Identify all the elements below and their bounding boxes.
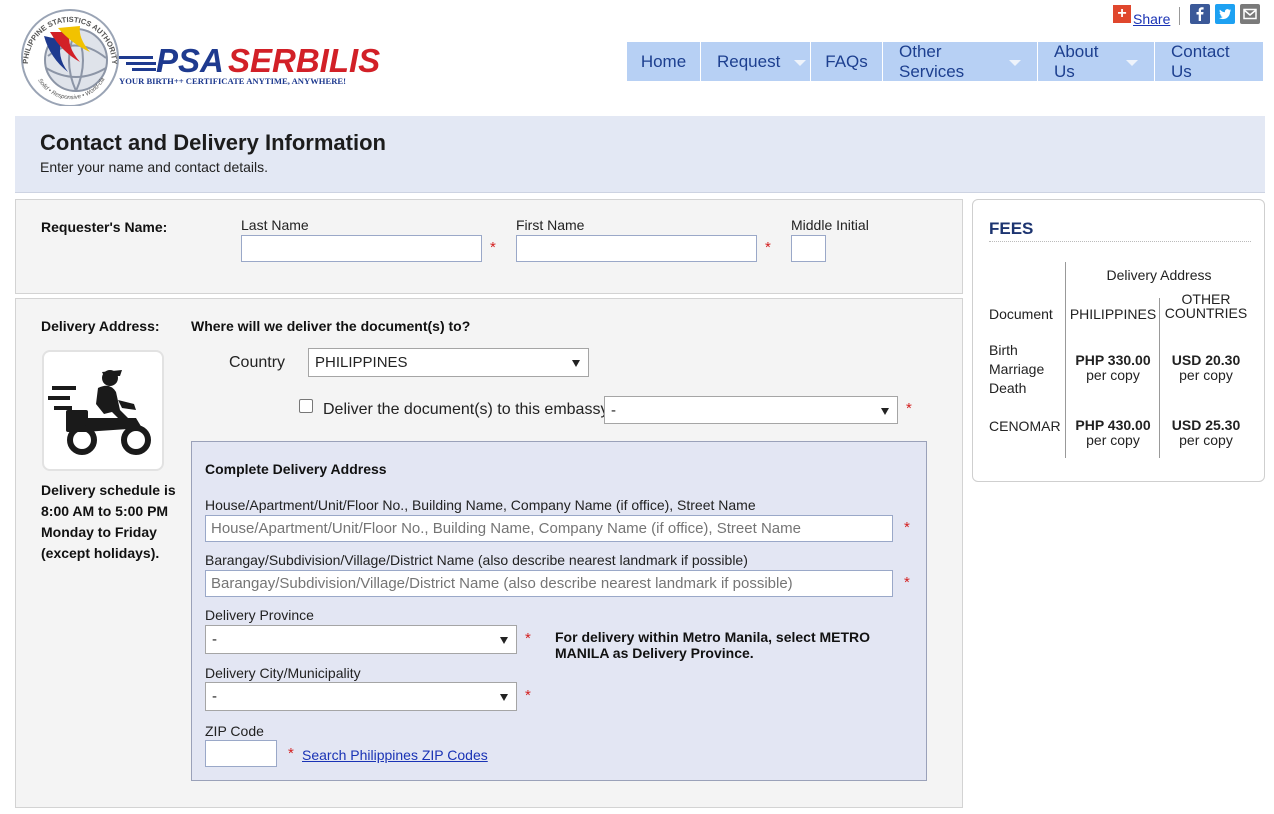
fees-doc-marriage: Marriage bbox=[989, 361, 1045, 377]
fees-panel: FEES Delivery Address Document PHILIPPIN… bbox=[972, 199, 1265, 482]
embassy-checkbox-label: Deliver the document(s) to this embassy bbox=[323, 401, 609, 418]
share-link[interactable]: Share bbox=[1133, 11, 1170, 27]
chevron-down-icon bbox=[1009, 59, 1021, 66]
search-zip-codes-link[interactable]: Search Philippines ZIP Codes bbox=[302, 747, 488, 763]
first-name-input[interactable] bbox=[516, 235, 757, 262]
dropdown-arrow-icon bbox=[500, 694, 508, 701]
share-divider bbox=[1179, 7, 1180, 25]
share-plus-icon[interactable]: + bbox=[1113, 5, 1131, 23]
delivery-motorcycle-icon bbox=[42, 350, 164, 471]
fees-unit: per copy bbox=[1179, 367, 1233, 383]
fees-doc-birth: Birth bbox=[989, 342, 1018, 358]
main-nav: Home Request FAQs Other Services About U… bbox=[627, 42, 1263, 81]
delivery-schedule: Delivery schedule is 8:00 AM to 5:00 PM … bbox=[41, 482, 176, 561]
fees-ph-header: PHILIPPINES bbox=[1069, 306, 1157, 322]
fees-doc-cenomar: CENOMAR bbox=[989, 418, 1061, 434]
required-mark: * bbox=[288, 745, 294, 762]
fees-unit: per copy bbox=[1086, 432, 1140, 448]
fees-title: FEES bbox=[989, 219, 1034, 238]
embassy-select-value: - bbox=[611, 402, 616, 419]
house-label: House/Apartment/Unit/Floor No., Building… bbox=[205, 497, 756, 513]
fees-other-price: USD 20.30 bbox=[1171, 352, 1241, 368]
page-subtitle: Enter your name and contact details. bbox=[40, 159, 269, 175]
last-name-input[interactable] bbox=[241, 235, 482, 262]
fees-doc-death: Death bbox=[989, 380, 1027, 396]
city-label: Delivery City/Municipality bbox=[205, 665, 361, 681]
zip-label: ZIP Code bbox=[205, 723, 264, 739]
embassy-select[interactable]: - bbox=[604, 396, 898, 424]
city-select-value: - bbox=[212, 688, 217, 705]
required-mark: * bbox=[765, 239, 771, 256]
city-select[interactable]: - bbox=[205, 682, 517, 711]
fees-other-price: USD 25.30 bbox=[1171, 417, 1241, 433]
nav-contact-us-label: Contact Us bbox=[1171, 41, 1230, 81]
dropdown-arrow-icon bbox=[572, 360, 580, 367]
middle-initial-label: Middle Initial bbox=[791, 217, 869, 233]
dropdown-arrow-icon bbox=[500, 637, 508, 644]
chevron-down-icon bbox=[794, 59, 807, 66]
twitter-icon[interactable] bbox=[1215, 4, 1235, 24]
province-select[interactable]: - bbox=[205, 625, 517, 654]
required-mark: * bbox=[904, 574, 910, 591]
fees-unit: per copy bbox=[1086, 367, 1140, 383]
email-icon[interactable] bbox=[1240, 4, 1260, 24]
nav-request[interactable]: Request bbox=[701, 42, 811, 81]
complete-delivery-address-heading: Complete Delivery Address bbox=[205, 461, 387, 477]
page-title: Contact and Delivery Information bbox=[40, 130, 386, 155]
psa-seal-logo: PHILIPPINE STATISTICS AUTHORITY Solid • … bbox=[15, 2, 380, 107]
requester-name-label: Requester's Name: bbox=[41, 219, 168, 235]
fees-title-divider bbox=[989, 241, 1251, 242]
nav-about-us[interactable]: About Us bbox=[1038, 42, 1155, 81]
delivery-question: Where will we deliver the document(s) to… bbox=[191, 318, 471, 334]
nav-other-services[interactable]: Other Services bbox=[883, 42, 1038, 81]
chevron-down-icon bbox=[1126, 59, 1138, 66]
required-mark: * bbox=[904, 519, 910, 536]
nav-about-us-label: About Us bbox=[1054, 41, 1099, 81]
embassy-checkbox[interactable] bbox=[299, 399, 313, 413]
nav-faqs[interactable]: FAQs bbox=[811, 42, 883, 81]
nav-home-label: Home bbox=[640, 51, 687, 71]
fees-ph-price: PHP 430.00 bbox=[1075, 417, 1151, 433]
dropdown-arrow-icon bbox=[881, 408, 889, 415]
province-note: For delivery within Metro Manila, select… bbox=[555, 629, 871, 661]
required-mark: * bbox=[490, 239, 496, 256]
province-label: Delivery Province bbox=[205, 607, 314, 623]
fees-delivery-address-header: Delivery Address bbox=[1106, 267, 1212, 283]
house-input[interactable] bbox=[205, 515, 893, 542]
nav-faqs-label: FAQs bbox=[825, 51, 868, 71]
country-select-value: PHILIPPINES bbox=[315, 354, 408, 371]
facebook-icon[interactable] bbox=[1190, 4, 1210, 24]
first-name-label: First Name bbox=[516, 217, 585, 233]
nav-request-label: Request bbox=[717, 51, 781, 71]
zip-input[interactable] bbox=[205, 740, 277, 767]
nav-other-services-label: Other Services bbox=[899, 41, 965, 81]
country-label: Country bbox=[229, 354, 286, 371]
brand-tagline: YOUR BIRTH++ CERTIFICATE ANYTIME, ANYWHE… bbox=[119, 76, 346, 86]
middle-initial-input[interactable] bbox=[791, 235, 826, 262]
barangay-input[interactable] bbox=[205, 570, 893, 597]
speed-lines-icon bbox=[119, 56, 156, 71]
nav-home[interactable]: Home bbox=[627, 42, 701, 81]
delivery-address-label: Delivery Address: bbox=[41, 318, 160, 334]
page-header-band: Contact and Delivery Information Enter y… bbox=[15, 116, 1265, 193]
brand-name-psa: PSA bbox=[156, 42, 224, 79]
last-name-label: Last Name bbox=[241, 217, 309, 233]
brand-name-serbilis: SERBILIS bbox=[228, 42, 380, 79]
required-mark: * bbox=[906, 400, 912, 417]
psa-serbilis-logo[interactable]: PHILIPPINE STATISTICS AUTHORITY Solid • … bbox=[15, 2, 386, 107]
province-select-value: - bbox=[212, 631, 217, 648]
barangay-label: Barangay/Subdivision/Village/District Na… bbox=[205, 552, 748, 568]
required-mark: * bbox=[525, 687, 531, 704]
fees-unit: per copy bbox=[1179, 432, 1233, 448]
country-select[interactable]: PHILIPPINES bbox=[308, 348, 589, 377]
fees-other-header: OTHER COUNTRIES bbox=[1164, 291, 1248, 321]
required-mark: * bbox=[525, 630, 531, 647]
fees-document-header: Document bbox=[989, 306, 1053, 322]
nav-contact-us[interactable]: Contact Us bbox=[1155, 42, 1263, 81]
fees-ph-price: PHP 330.00 bbox=[1075, 352, 1151, 368]
